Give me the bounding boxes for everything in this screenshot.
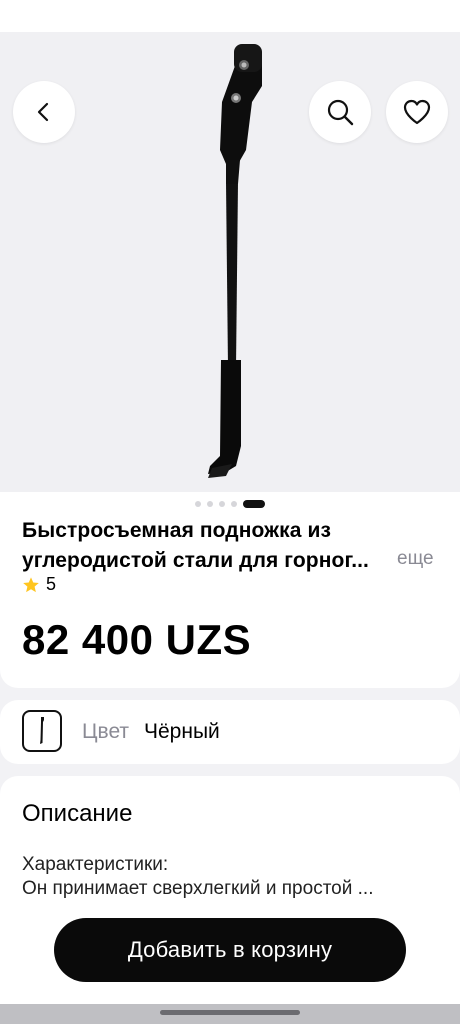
color-label: Цвет	[82, 720, 130, 743]
show-more-link[interactable]: еще	[397, 548, 434, 570]
kickstand-thumbnail-icon	[40, 717, 44, 744]
product-title-line: Быстросъемная подножка из	[22, 519, 332, 542]
gallery-pagination	[0, 500, 460, 508]
rating[interactable]: 5	[22, 574, 56, 595]
add-to-cart-button[interactable]: Добавить в корзину	[54, 918, 406, 982]
color-selector[interactable]: Цвет Чёрный	[0, 700, 460, 764]
description-text[interactable]: Он принимает сверхлегкий и простой ...	[22, 878, 373, 900]
heart-icon	[403, 99, 431, 125]
color-swatch[interactable]	[22, 710, 62, 752]
pagination-dot[interactable]	[231, 501, 237, 507]
pagination-dot[interactable]	[195, 501, 201, 507]
pagination-dot[interactable]	[219, 501, 225, 507]
back-button[interactable]	[13, 81, 75, 143]
description-title: Описание	[22, 800, 133, 827]
pagination-dot[interactable]	[207, 501, 213, 507]
product-info-card: Быстросъемная подножка из углеродистой с…	[0, 492, 460, 688]
description-text: Характеристики:	[22, 854, 169, 875]
rating-value: 5	[46, 574, 57, 594]
star-icon	[23, 576, 39, 592]
pagination-dot-active[interactable]	[243, 500, 265, 508]
product-title: Быстросъемная подножка из углеродистой с…	[22, 516, 442, 576]
system-navigation-bar	[0, 1004, 460, 1024]
color-value: Чёрный	[144, 720, 220, 743]
product-price: 82 400 UZS	[22, 616, 252, 663]
chevron-left-icon	[37, 102, 49, 122]
product-image-gallery[interactable]	[0, 32, 460, 492]
status-bar	[0, 0, 460, 32]
home-indicator[interactable]	[160, 1010, 300, 1015]
product-title-line: углеродистой стали для горног...	[22, 549, 369, 572]
search-button[interactable]	[309, 81, 371, 143]
search-icon	[327, 99, 354, 126]
favorite-button[interactable]	[386, 81, 448, 143]
